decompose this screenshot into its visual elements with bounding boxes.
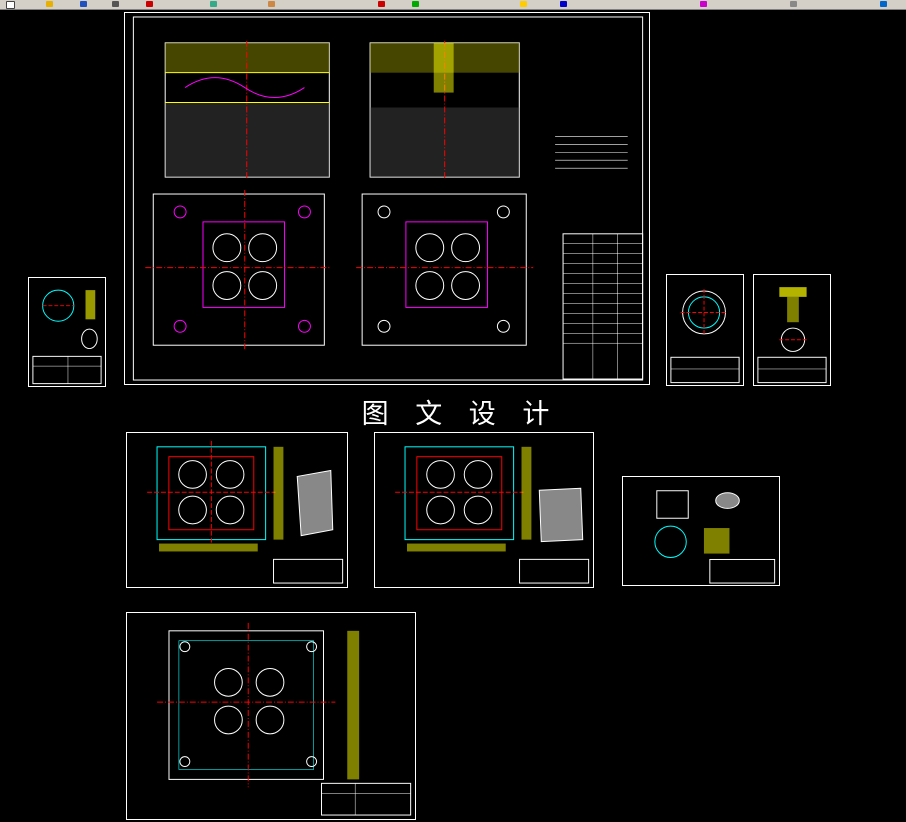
cut-icon[interactable] <box>146 1 153 7</box>
zoom-icon[interactable] <box>520 1 527 7</box>
pan-icon[interactable] <box>560 1 567 7</box>
plate-drawing-b[interactable] <box>374 432 594 588</box>
assembly-drawing-graphics <box>132 16 644 381</box>
undo-icon[interactable] <box>378 1 385 7</box>
part-drawing-right-a[interactable] <box>666 274 744 386</box>
part-drawing-left-graphics <box>32 289 102 385</box>
part-drawing-right-b-graphics <box>757 287 827 384</box>
redo-icon[interactable] <box>412 1 419 7</box>
toolbar <box>0 0 906 10</box>
print-icon[interactable] <box>112 1 119 7</box>
help-icon[interactable] <box>880 1 887 7</box>
insert-drawing-graphics <box>654 490 776 584</box>
save-icon[interactable] <box>80 1 87 7</box>
base-plate-drawing-graphics <box>157 622 412 816</box>
properties-icon[interactable] <box>790 1 797 7</box>
new-icon[interactable] <box>6 1 15 9</box>
assembly-drawing[interactable] <box>124 12 650 385</box>
paste-icon[interactable] <box>268 1 275 7</box>
copy-icon[interactable] <box>210 1 217 7</box>
plate-drawing-a-graphics <box>147 440 344 584</box>
base-plate-drawing[interactable] <box>126 612 416 820</box>
plate-drawing-b-graphics <box>395 446 590 584</box>
watermark-text: 图 文 设 计 <box>361 399 559 430</box>
open-icon[interactable] <box>46 1 53 7</box>
part-drawing-right-a-graphics <box>670 289 740 384</box>
part-drawing-right-b[interactable] <box>753 274 831 386</box>
insert-drawing[interactable] <box>622 476 780 586</box>
plate-drawing-a[interactable] <box>126 432 348 588</box>
part-drawing-left[interactable] <box>28 277 106 387</box>
layer-icon[interactable] <box>700 1 707 7</box>
